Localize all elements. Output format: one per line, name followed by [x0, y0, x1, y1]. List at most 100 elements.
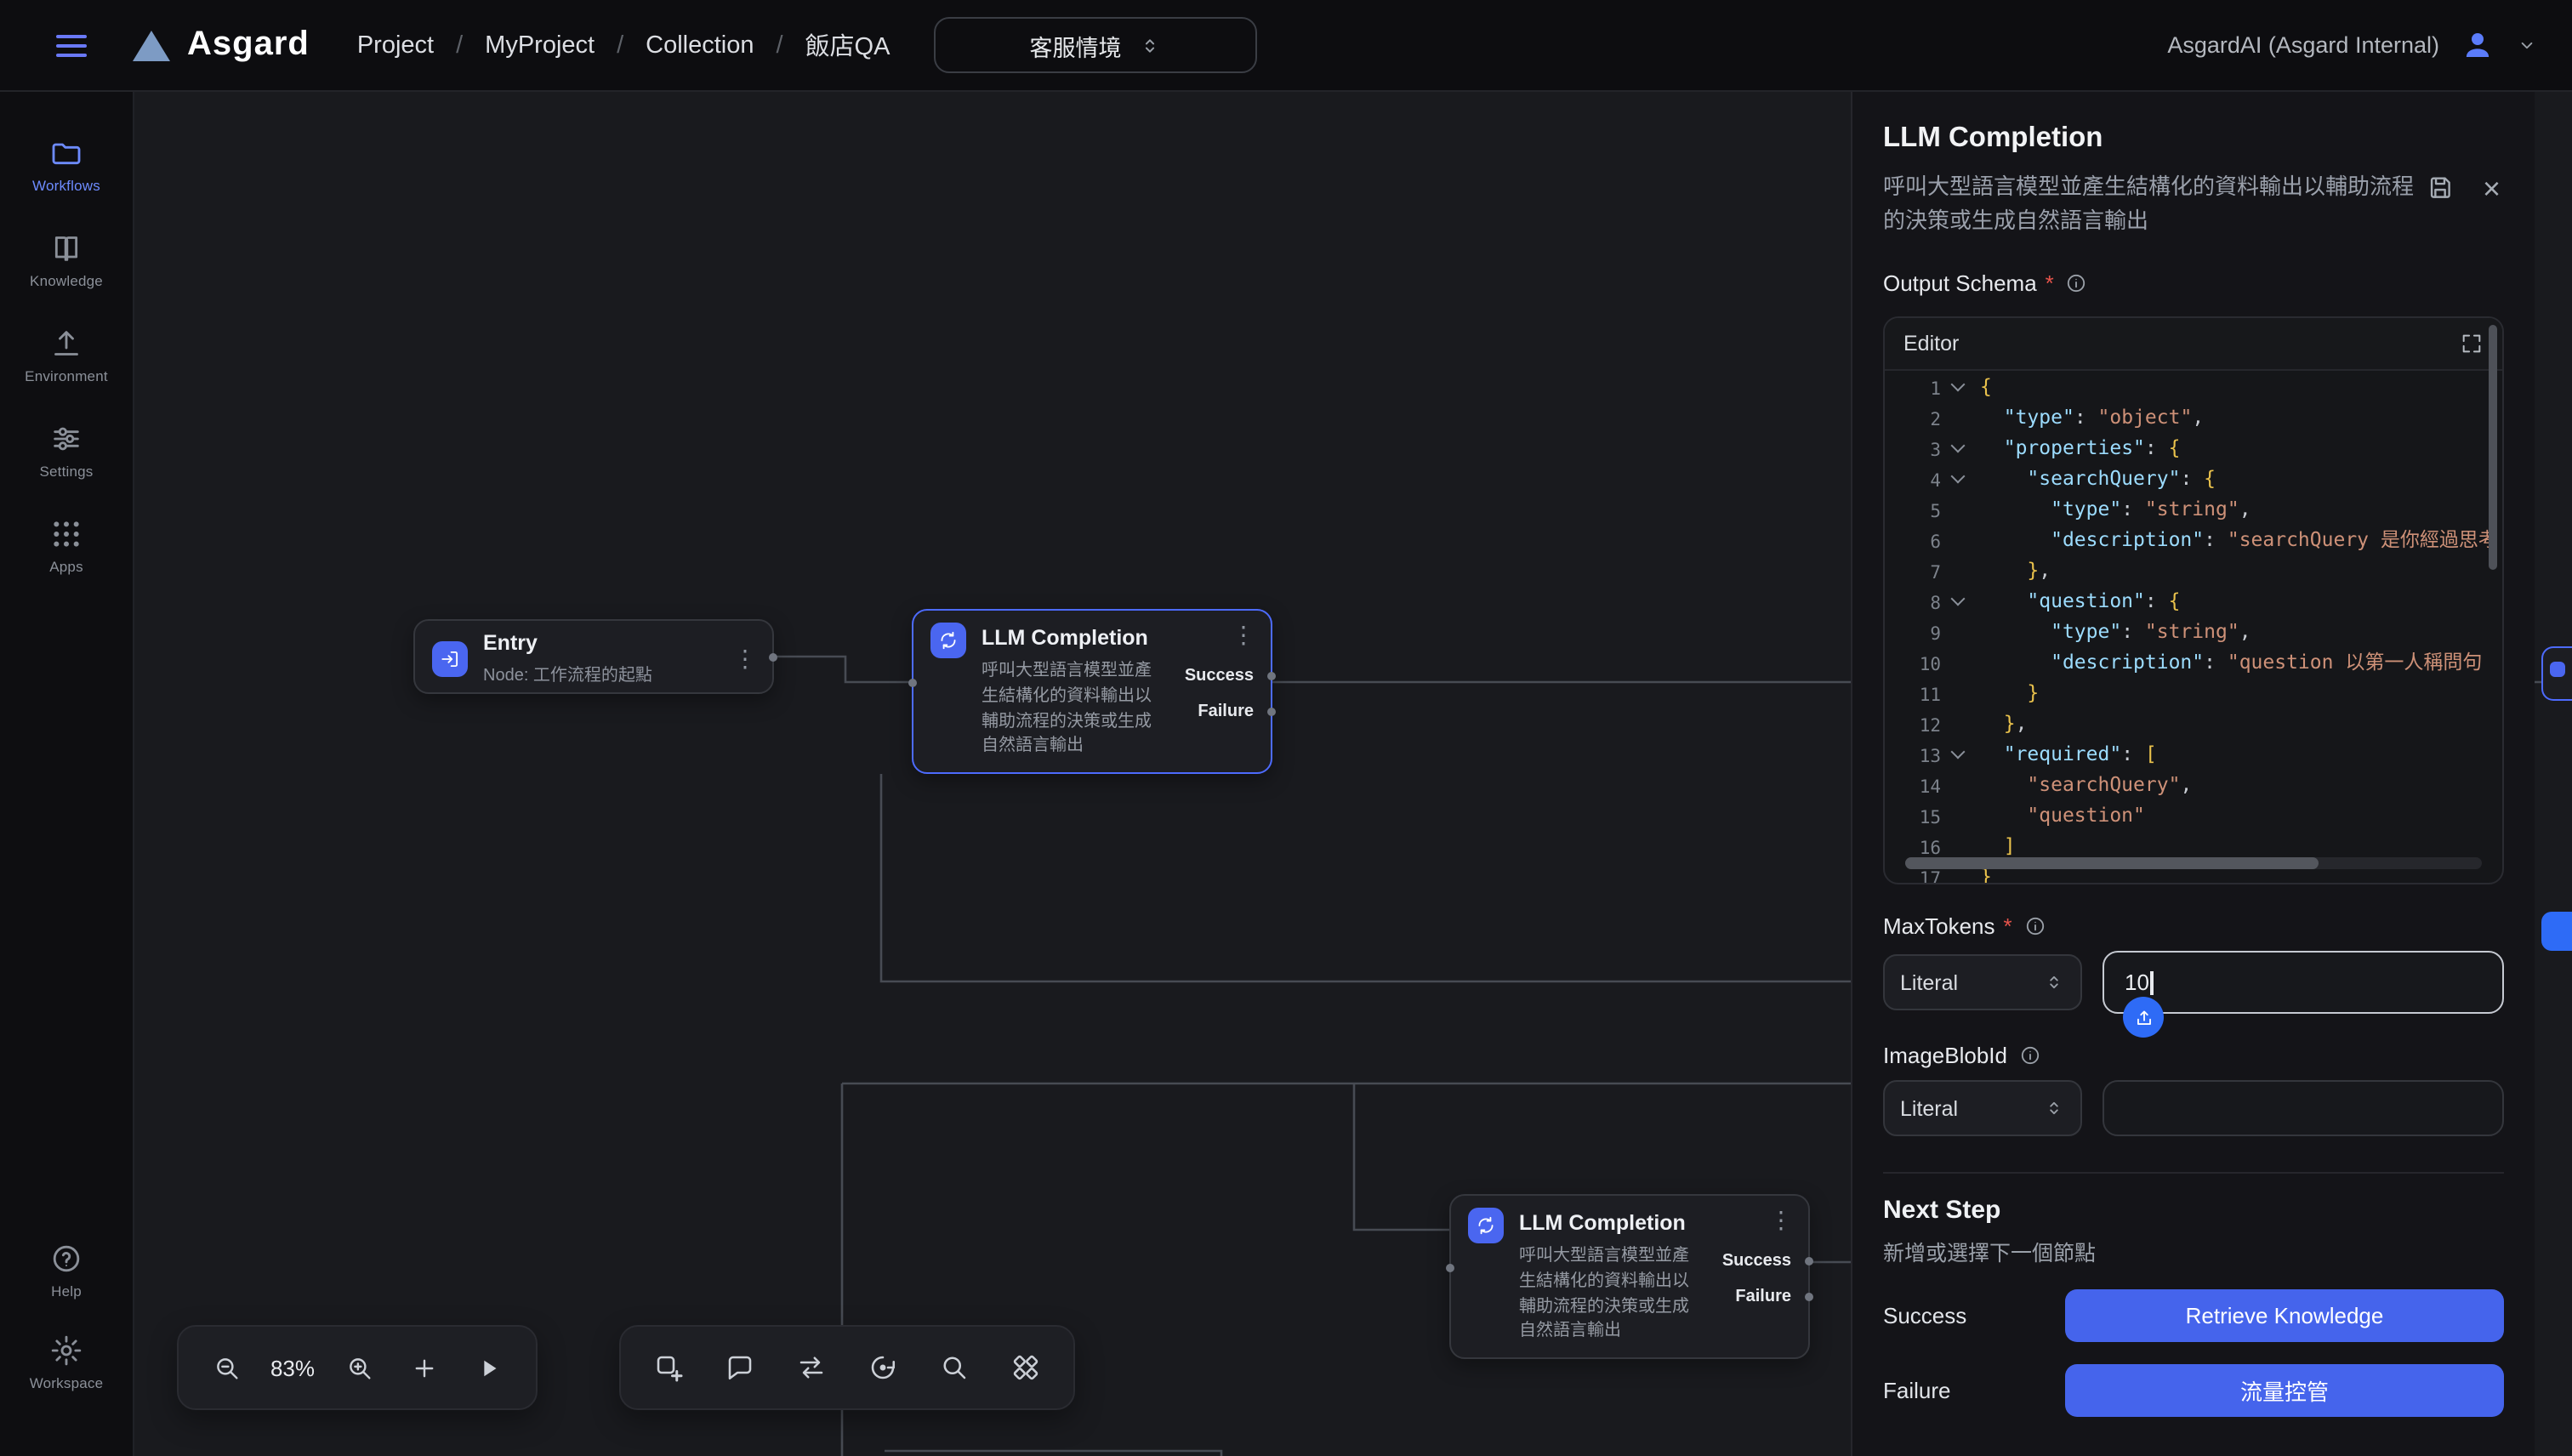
zoom-out-icon[interactable]: [202, 1344, 250, 1391]
fold-chevron-icon[interactable]: [1946, 463, 1972, 493]
imageblobid-input[interactable]: [2103, 1080, 2504, 1136]
fold-chevron-icon[interactable]: [1946, 585, 1972, 616]
editor-horizontal-scrollbar[interactable]: [1905, 857, 2319, 869]
info-icon[interactable]: [2019, 1044, 2041, 1066]
recenter-icon[interactable]: [859, 1344, 907, 1391]
environment-selector[interactable]: 客服情境: [934, 17, 1257, 73]
close-icon[interactable]: ×: [2483, 174, 2501, 202]
failure-port[interactable]: [1805, 1293, 1813, 1301]
editor-title: Editor: [1903, 332, 1959, 355]
swap-direction-icon[interactable]: [788, 1344, 835, 1391]
save-icon[interactable]: [2427, 173, 2455, 202]
add-icon[interactable]: [400, 1344, 447, 1391]
node-llm-completion-1[interactable]: LLM Completion ⋮ 呼叫大型語言模型並產生結構化的資料輸出以輔助流…: [912, 609, 1272, 774]
app-root: Entry Node: 工作流程的起點 ⋮ LLM Completion ⋮ 呼…: [0, 0, 2572, 1456]
failure-port[interactable]: [1267, 708, 1276, 716]
sidebar-item-knowledge[interactable]: Knowledge: [0, 231, 133, 289]
sidebar-item-workspace[interactable]: Workspace: [0, 1334, 133, 1391]
comment-icon[interactable]: [716, 1344, 764, 1391]
required-marker: *: [2046, 270, 2054, 296]
fold-chevron-icon[interactable]: [1946, 371, 1972, 401]
editor-line: 8 "question": {: [1885, 585, 2502, 616]
node-description: 呼叫大型語言模型並產生結構化的資料輸出以輔助流程的決策或生成自然語言輸出: [982, 660, 1162, 760]
next-step-button[interactable]: Retrieve Knowledge: [2065, 1289, 2504, 1342]
sidebar-item-label: Settings: [39, 463, 93, 480]
success-port[interactable]: [1805, 1257, 1813, 1265]
breadcrumb-separator: /: [456, 31, 463, 59]
node-text: Entry Node: 工作流程的起點: [483, 631, 718, 685]
chevron-down-icon[interactable]: [2516, 34, 2538, 56]
user-avatar-icon[interactable]: [2460, 27, 2495, 63]
editor-line: 13 "required": [: [1885, 738, 2502, 769]
node-entry[interactable]: Entry Node: 工作流程的起點 ⋮: [413, 619, 774, 694]
sidebar-item-settings[interactable]: Settings: [0, 422, 133, 480]
node-subtitle: Node: 工作流程的起點: [483, 660, 718, 685]
output-label-success: Success: [1185, 667, 1254, 685]
search-icon[interactable]: [930, 1344, 978, 1391]
expand-icon[interactable]: [2460, 332, 2484, 355]
editor-code[interactable]: 1{2 "type": "object",3 "properties": {4 …: [1885, 371, 2502, 884]
line-number: 13: [1885, 738, 1946, 769]
success-port[interactable]: [1267, 672, 1276, 680]
fold-chevron-icon[interactable]: [1946, 432, 1972, 463]
line-number: 10: [1885, 646, 1946, 677]
sidebar-bottom: Help Workspace: [0, 1242, 133, 1391]
sidebar-item-apps[interactable]: Apps: [0, 517, 133, 575]
insert-variable-button[interactable]: [2123, 997, 2164, 1038]
node-menu-button[interactable]: ⋮: [1232, 623, 1255, 646]
apps-icon: [49, 517, 83, 551]
fold-spacer: [1946, 524, 1972, 555]
auto-layout-icon[interactable]: [1002, 1344, 1050, 1391]
value-mode-select[interactable]: Literal: [1883, 1080, 2082, 1136]
field-label: ImageBlobId: [1883, 1043, 2504, 1068]
editor-line: 7 },: [1885, 555, 2502, 585]
run-workflow-icon[interactable]: [464, 1344, 512, 1391]
node-title: LLM Completion: [982, 626, 1216, 651]
sidebar-item-label: Apps: [49, 558, 83, 575]
node-menu-button[interactable]: ⋮: [733, 646, 757, 670]
help-icon: [49, 1242, 83, 1276]
maxtokens-input[interactable]: 10: [2103, 951, 2504, 1014]
sidebar-item-workflows[interactable]: Workflows: [0, 136, 133, 194]
breadcrumb-separator: /: [617, 31, 623, 59]
editor-vertical-scrollbar[interactable]: [2489, 325, 2497, 570]
fold-spacer: [1946, 677, 1972, 708]
code-text: }: [1972, 677, 2039, 708]
zoom-level[interactable]: 83%: [267, 1355, 318, 1380]
add-node-icon[interactable]: [645, 1344, 692, 1391]
editor-line: 11 }: [1885, 677, 2502, 708]
output-port[interactable]: [769, 653, 777, 662]
editor-line: 1{: [1885, 371, 2502, 401]
inspector-fields: MaxTokens*Literal10ImageBlobIdLiteral: [1883, 913, 2504, 1136]
zoom-in-icon[interactable]: [335, 1344, 383, 1391]
edge-node-fragment-blue[interactable]: [2541, 912, 2572, 951]
fold-spacer: [1946, 799, 1972, 830]
field-name: Output Schema: [1883, 270, 2037, 296]
input-port[interactable]: [908, 679, 917, 687]
code-text: "type": "string",: [1972, 493, 2251, 524]
node-llm-completion-2[interactable]: LLM Completion ⋮ 呼叫大型語言模型並產生結構化的資料輸出以輔助流…: [1449, 1194, 1810, 1359]
line-number: 16: [1885, 830, 1946, 861]
code-text: "properties": {: [1972, 432, 2181, 463]
line-number: 3: [1885, 432, 1946, 463]
breadcrumb-item[interactable]: Collection: [646, 31, 754, 59]
fold-chevron-icon[interactable]: [1946, 738, 1972, 769]
line-number: 1: [1885, 371, 1946, 401]
node-title: LLM Completion: [1519, 1211, 1754, 1237]
breadcrumb-item[interactable]: Project: [357, 31, 434, 59]
node-header: Entry Node: 工作流程的起點 ⋮: [415, 621, 772, 685]
app-logo[interactable]: Asgard: [133, 26, 310, 65]
hamburger-menu-icon[interactable]: [51, 25, 92, 65]
node-menu-button[interactable]: ⋮: [1769, 1208, 1793, 1231]
next-step-button[interactable]: 流量控管: [2065, 1364, 2504, 1417]
info-icon[interactable]: [2024, 915, 2046, 937]
sidebar-item-environment[interactable]: Environment: [0, 327, 133, 384]
value-mode-select[interactable]: Literal: [1883, 954, 2082, 1010]
breadcrumb-item[interactable]: 飯店QA: [805, 27, 891, 63]
breadcrumb-item[interactable]: MyProject: [485, 31, 595, 59]
next-step-row: Failure流量控管: [1883, 1364, 2504, 1417]
info-icon[interactable]: [2066, 272, 2088, 294]
input-port[interactable]: [1446, 1264, 1454, 1272]
sidebar-item-help[interactable]: Help: [0, 1242, 133, 1300]
edge-node-fragment[interactable]: [2541, 646, 2572, 701]
